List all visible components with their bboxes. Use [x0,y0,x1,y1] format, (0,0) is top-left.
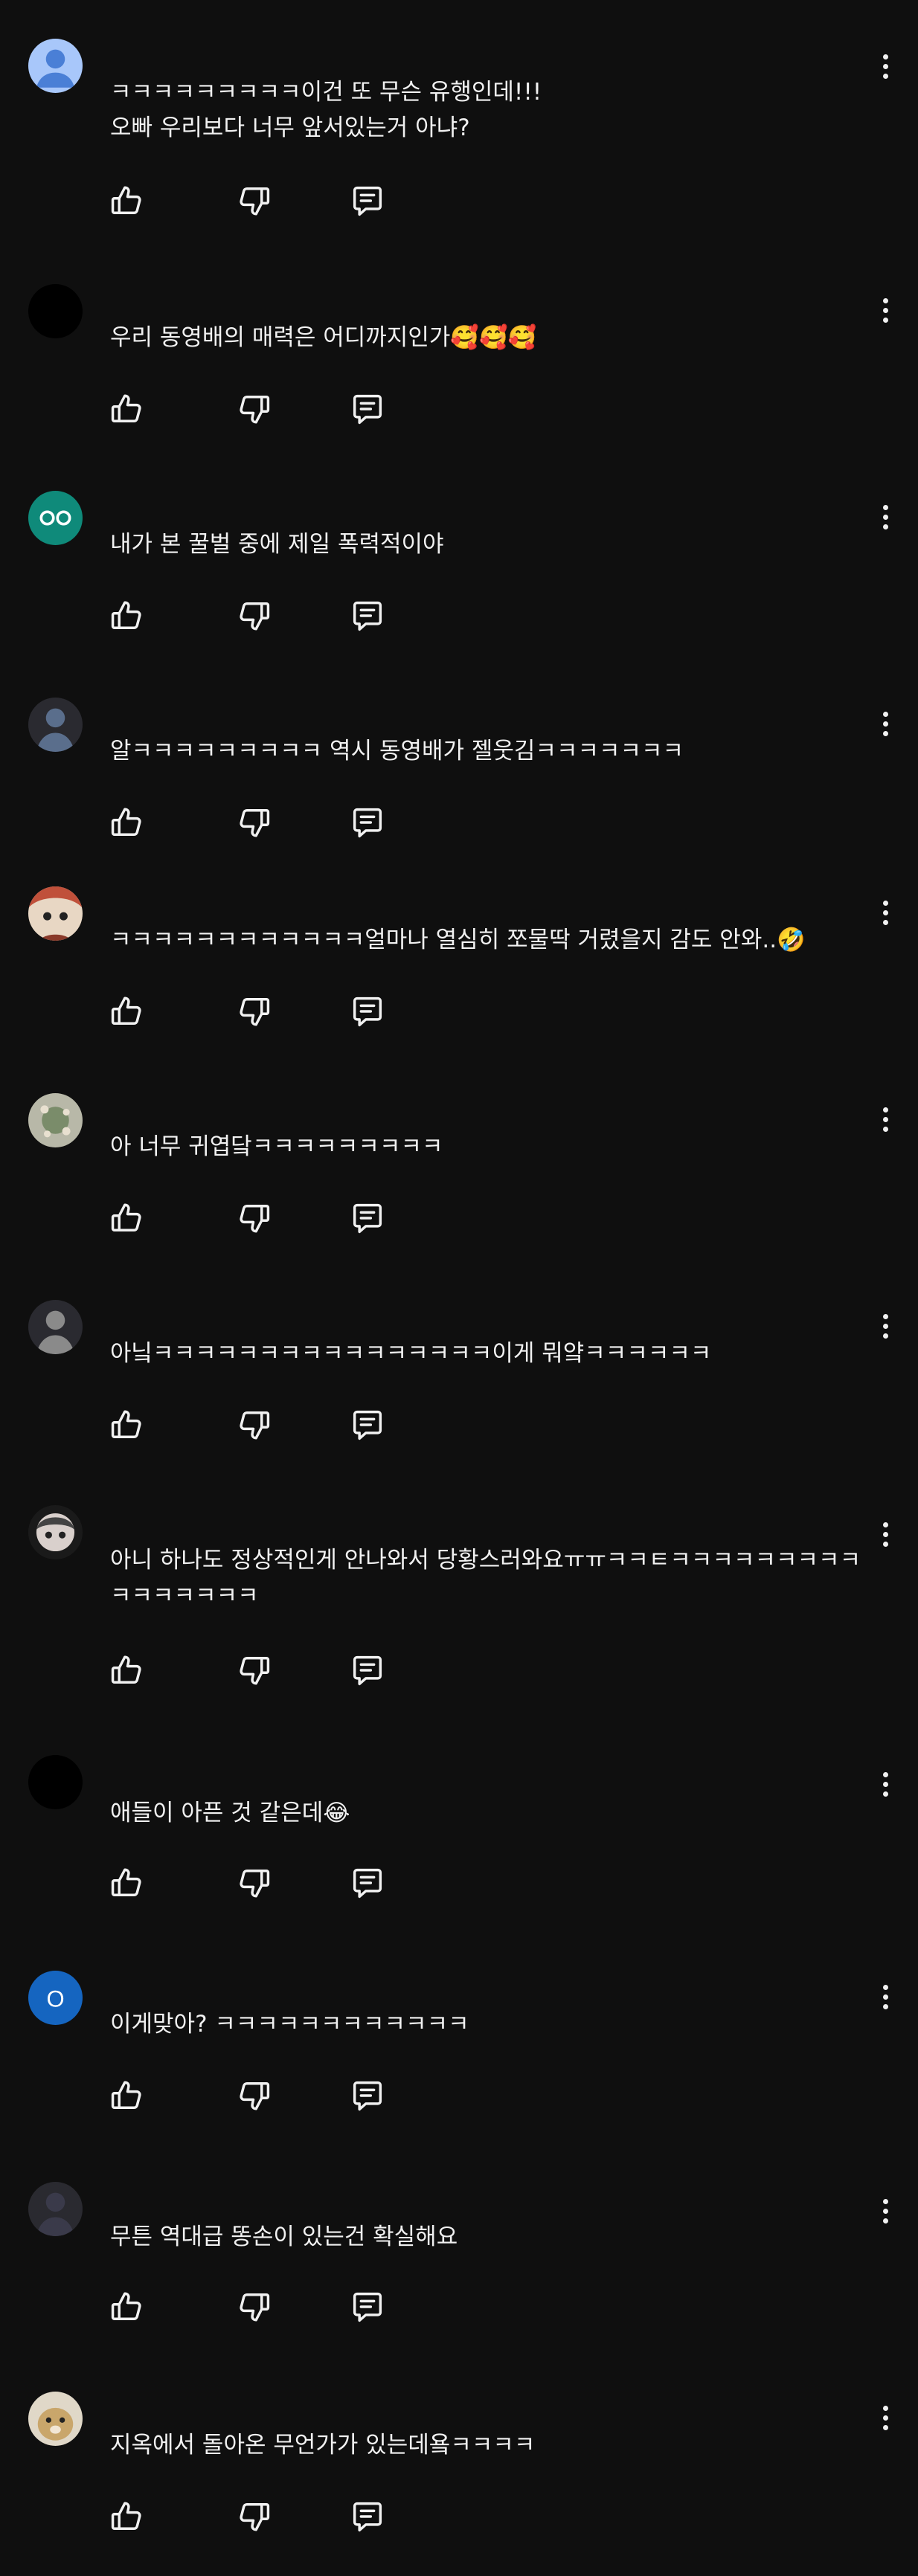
comment-actions [104,387,417,431]
avatar[interactable] [28,491,83,545]
avatar[interactable] [28,2182,83,2236]
more-vert-icon[interactable] [872,498,899,535]
avatar[interactable] [28,39,83,93]
thumb-down-icon[interactable] [232,989,277,1034]
thumb-up-icon[interactable] [104,2073,149,2118]
reply-icon[interactable] [345,800,390,845]
comment-text: 내가 본 꿀벌 중에 제일 폭력적이야 [110,531,444,558]
comment-actions [104,989,417,1034]
avatar[interactable] [28,1505,83,1559]
comment-text: 알ㅋㅋㅋㅋㅋㅋㅋㅋㅋ 역시 동영배가 젤웃김ㅋㅋㅋㅋㅋㅋㅋ [110,738,684,764]
thumb-up-icon[interactable] [104,2284,149,2329]
reply-icon[interactable] [345,593,390,638]
comment-actions [104,178,417,223]
comment-actions [104,2494,417,2539]
reply-icon[interactable] [345,1861,390,1905]
avatar[interactable] [28,284,83,338]
thumb-down-icon[interactable] [232,593,277,638]
reply-icon[interactable] [345,387,390,431]
comment-text: 아 너무 귀엽닼ㅋㅋㅋㅋㅋㅋㅋㅋㅋ [110,1133,443,1160]
thumb-up-icon[interactable] [104,1196,149,1240]
more-vert-icon[interactable] [872,1765,899,1803]
more-vert-icon[interactable] [872,1978,899,2015]
thumb-down-icon[interactable] [232,178,277,223]
thumb-down-icon[interactable] [232,1648,277,1693]
more-vert-icon[interactable] [872,2399,899,2436]
reply-icon[interactable] [345,989,390,1034]
avatar[interactable] [28,886,83,941]
comment-actions [104,2073,417,2118]
thumb-down-icon[interactable] [232,2284,277,2329]
avatar[interactable]: O [28,1971,83,2025]
thumb-down-icon[interactable] [232,1861,277,1905]
avatar[interactable] [28,698,83,752]
more-vert-icon[interactable] [872,705,899,742]
comment-text: 지옥에서 돌아온 무언가가 있는데욬ㅋㅋㅋㅋ [110,2432,536,2459]
reply-icon[interactable] [345,2073,390,2118]
avatar[interactable] [28,1093,83,1147]
reply-icon[interactable] [345,2494,390,2539]
thumb-up-icon[interactable] [104,387,149,431]
avatar[interactable] [28,1300,83,1354]
comment-actions [104,1196,417,1240]
thumb-up-icon[interactable] [104,1403,149,1447]
reply-icon[interactable] [345,1403,390,1447]
comment-actions [104,1648,417,1693]
comment-actions [104,593,417,638]
reply-icon[interactable] [345,178,390,223]
comment-text: ㅋㅋㅋㅋㅋㅋㅋㅋㅋ이건 또 무슨 유행인데!!! 오빠 우리보다 너무 앞서있는… [110,79,542,141]
more-vert-icon[interactable] [872,894,899,931]
thumb-up-icon[interactable] [104,989,149,1034]
thumb-up-icon[interactable] [104,1861,149,1905]
thumb-up-icon[interactable] [104,800,149,845]
thumb-down-icon[interactable] [232,800,277,845]
comment-actions [104,1861,417,1905]
thumb-down-icon[interactable] [232,2073,277,2118]
thumb-up-icon[interactable] [104,178,149,223]
reply-icon[interactable] [345,1196,390,1240]
thumb-down-icon[interactable] [232,1403,277,1447]
avatar[interactable] [28,2392,83,2446]
comment-text: 우리 동영배의 매력은 어디까지인가🥰🥰🥰 [110,324,537,351]
avatar[interactable] [28,1755,83,1809]
comment-text: 이게맞아? ㅋㅋㅋㅋㅋㅋㅋㅋㅋㅋㅋㅋ [110,2011,469,2038]
more-vert-icon[interactable] [872,292,899,329]
reply-icon[interactable] [345,1648,390,1693]
comment-actions [104,800,417,845]
more-vert-icon[interactable] [872,48,899,85]
comment-text: 무튼 역대급 똥손이 있는건 확실해요 [110,2224,458,2250]
svg-text:O: O [46,1986,64,2012]
more-vert-icon[interactable] [872,1516,899,1553]
thumb-up-icon[interactable] [104,2494,149,2539]
comment-text: 아닠ㅋㅋㅋㅋㅋㅋㅋㅋㅋㅋㅋㅋㅋㅋㅋㅋ이게 뭐얔ㅋㅋㅋㅋㅋㅋ [110,1340,712,1367]
thumb-down-icon[interactable] [232,2494,277,2539]
reply-icon[interactable] [345,2284,390,2329]
comment-actions [104,1403,417,1447]
comment-text: 애들이 아픈 것 같은데😂 [110,1800,350,1826]
more-vert-icon[interactable] [872,1307,899,1345]
thumb-down-icon[interactable] [232,387,277,431]
more-vert-icon[interactable] [872,1101,899,1138]
comment-text: 아니 하나도 정상적인게 안나와서 당황스러와요ㅠㅠㅋㅋㅌㅋㅋㅋㅋㅋㅋㅋㅋㅋㅋㅋ… [110,1547,861,1609]
thumb-down-icon[interactable] [232,1196,277,1240]
thumb-up-icon[interactable] [104,1648,149,1693]
more-vert-icon[interactable] [872,2192,899,2229]
comment-actions [104,2284,417,2329]
comment-text: ㅋㅋㅋㅋㅋㅋㅋㅋㅋㅋㅋㅋ얼마나 열심히 쪼물딱 거렸을지 감도 안와..🤣 [110,927,806,953]
thumb-up-icon[interactable] [104,593,149,638]
